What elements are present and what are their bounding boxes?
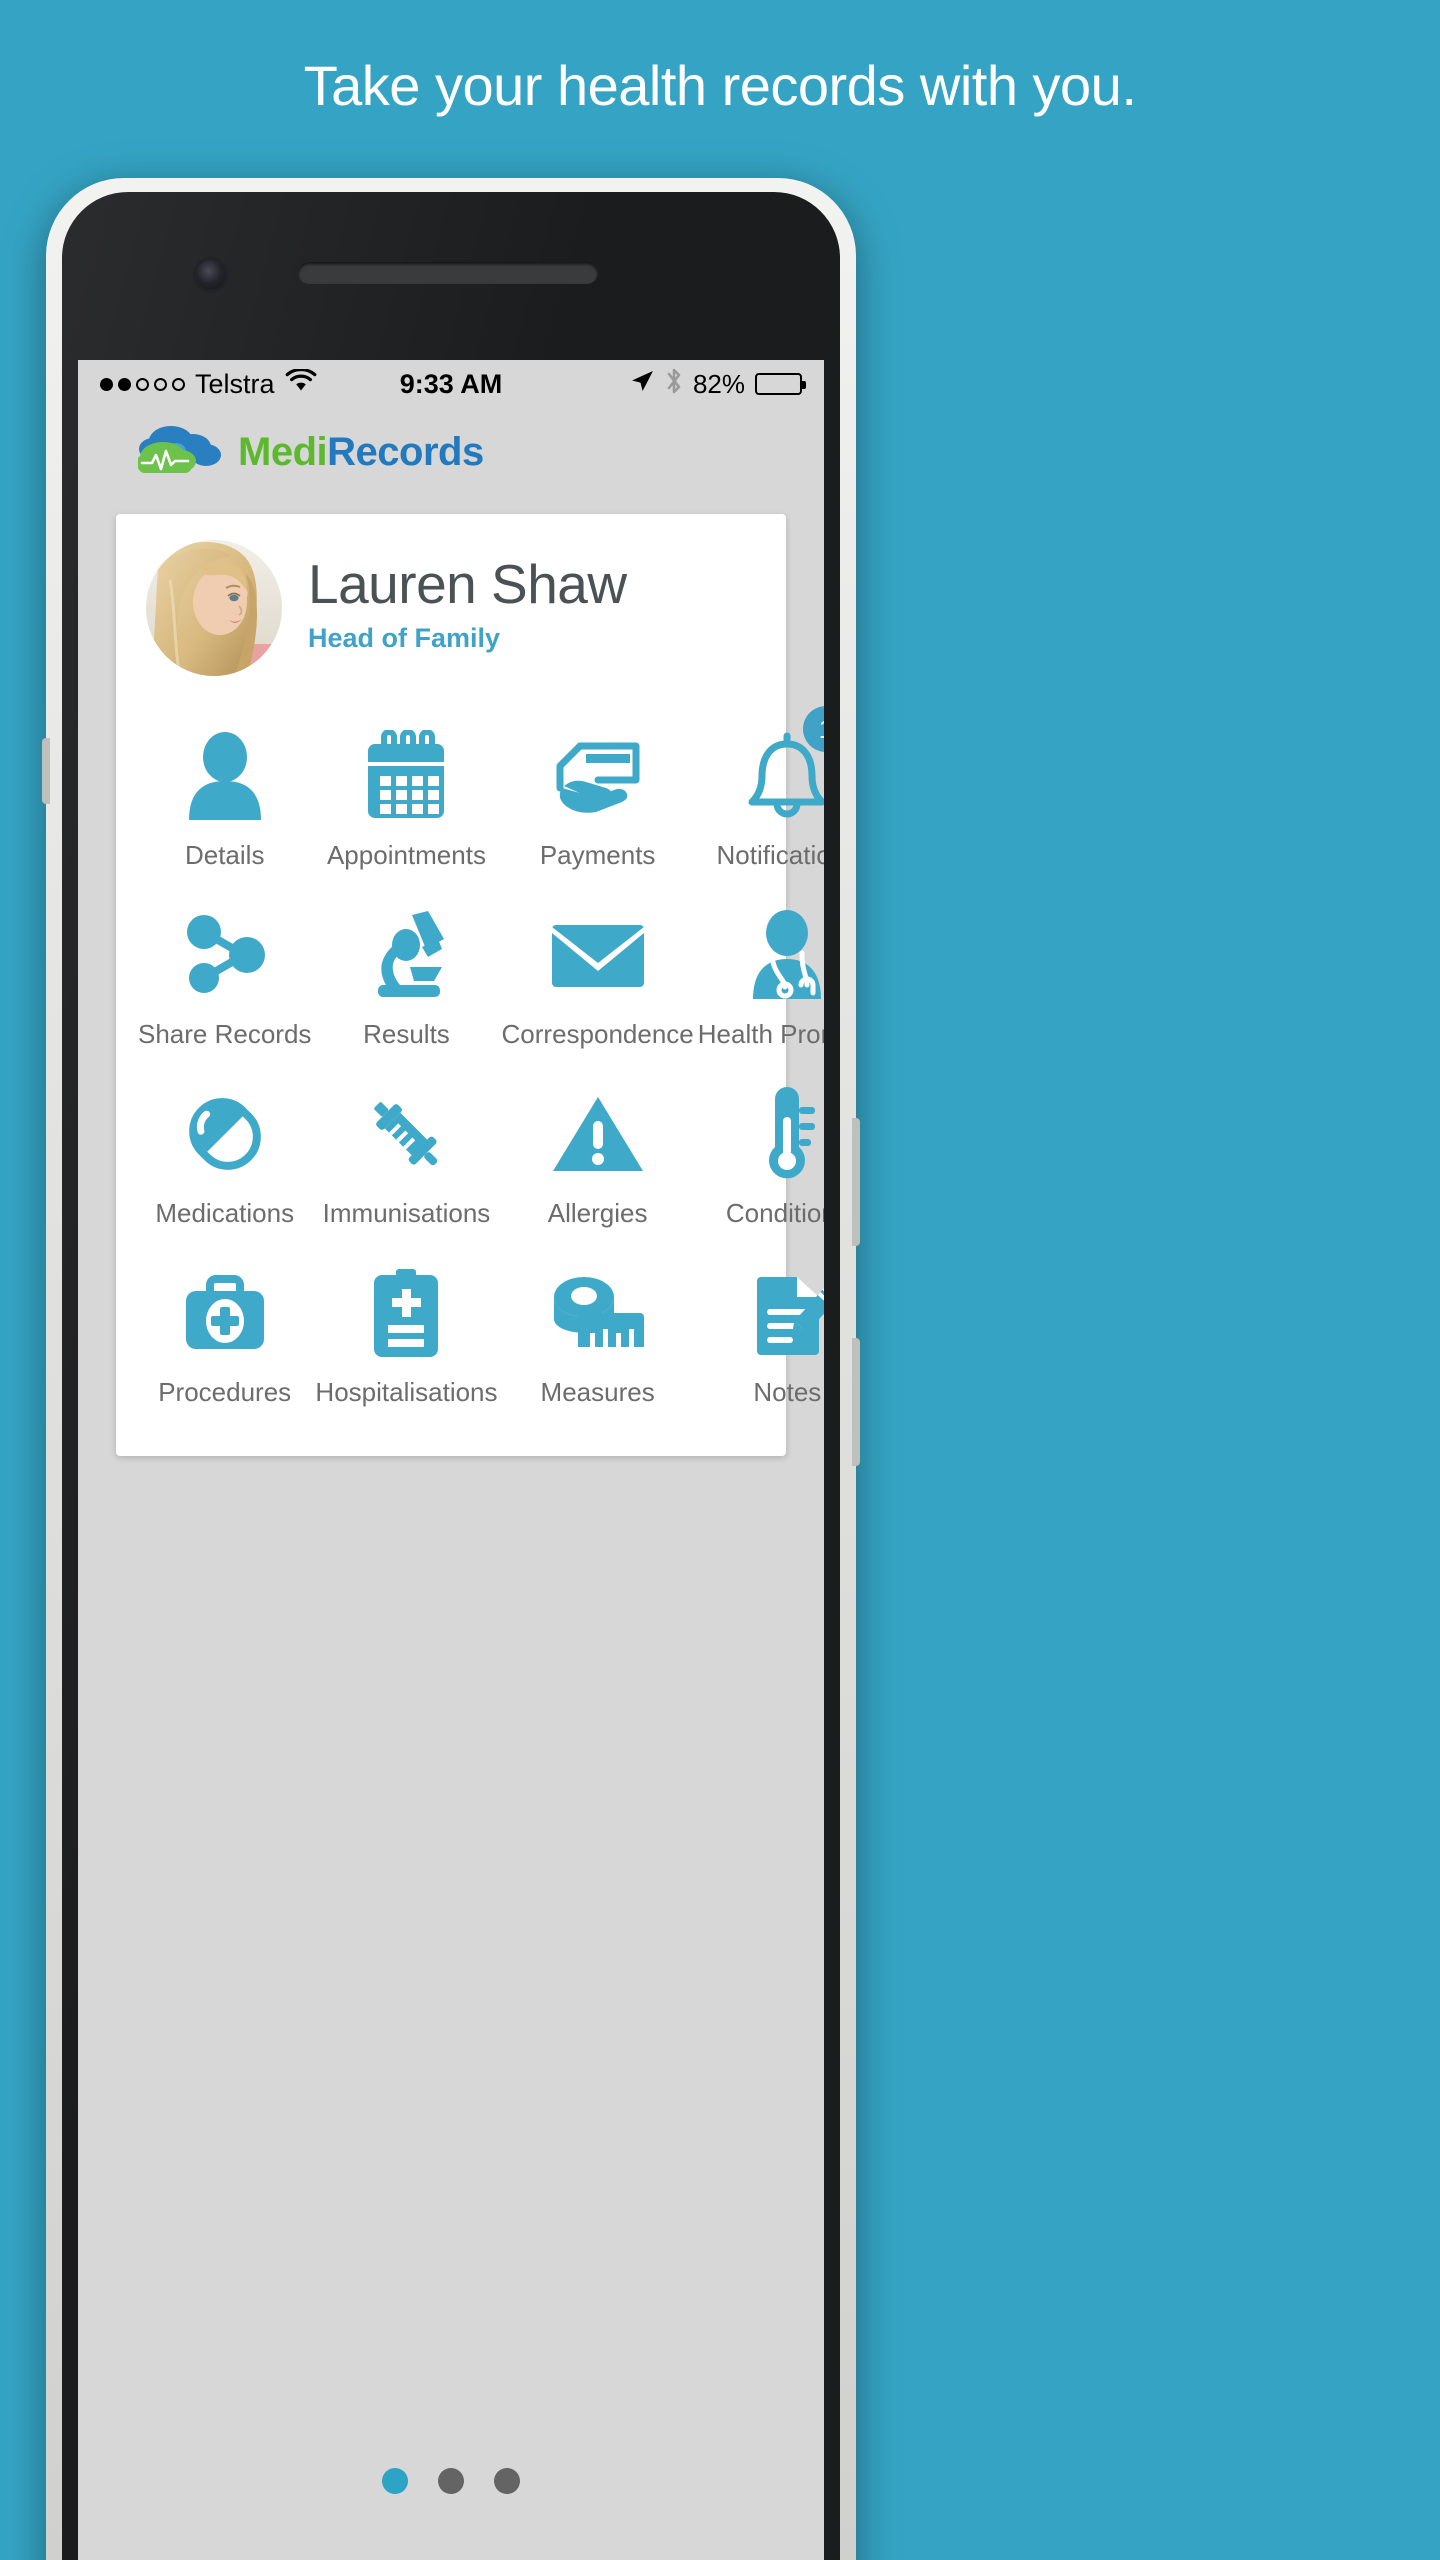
warning-triangle-icon <box>502 1086 694 1182</box>
tile-notifications[interactable]: 1 Notifications <box>696 706 824 885</box>
share-nodes-icon <box>138 907 311 1003</box>
tile-label: Hospitalisations <box>315 1377 498 1407</box>
tile-label: Results <box>363 1019 450 1049</box>
status-bar-left: Telstra <box>100 367 317 400</box>
syringe-icon <box>315 1086 497 1182</box>
tile-label: Immunisations <box>322 1198 491 1228</box>
logo-text-secondary: Records <box>327 429 484 474</box>
patient-card: Lauren Shaw Head of Family Details Appoi… <box>116 514 824 1456</box>
profile-header[interactable]: Lauren Shaw Head of Family <box>136 540 766 686</box>
tile-payments[interactable]: Payments <box>500 712 696 885</box>
medical-bag-icon <box>138 1265 311 1361</box>
tile-hospitalisations[interactable]: Hospitalisations <box>313 1249 499 1422</box>
feature-grid: Details Appointments Payments Notificati… <box>136 706 824 1422</box>
carrier-name: Telstra <box>195 368 275 399</box>
tile-label: Health Prompts <box>697 1019 824 1049</box>
status-bar-right: 82% <box>629 367 806 402</box>
phone-device-frame: Telstra 9:33 AM 82% MediRecords Lauren S… <box>42 178 860 2560</box>
page-dot-2[interactable] <box>438 2468 464 2494</box>
tile-label: Payments <box>539 840 656 870</box>
phone-bezel: Telstra 9:33 AM 82% MediRecords Lauren S… <box>62 192 840 2560</box>
tile-label: Correspondence <box>501 1019 694 1049</box>
silent-switch[interactable] <box>42 738 50 804</box>
tile-label: Measures <box>540 1377 655 1407</box>
page-indicator <box>78 2468 824 2494</box>
bluetooth-icon <box>665 367 683 402</box>
avatar <box>146 540 282 676</box>
tile-immunisations[interactable]: Immunisations <box>313 1070 499 1243</box>
profile-meta: Lauren Shaw Head of Family <box>308 552 627 661</box>
tile-label: Conditions <box>725 1198 824 1228</box>
location-arrow-icon <box>629 368 655 401</box>
medirecords-cloud-logo-icon <box>136 421 224 484</box>
status-bar: Telstra 9:33 AM 82% <box>78 360 824 408</box>
person-icon <box>138 728 311 824</box>
signal-strength-icon <box>100 377 185 391</box>
clipboard-icon <box>315 1265 497 1361</box>
tile-label: Share Records <box>138 1019 312 1049</box>
earpiece-speaker <box>298 262 598 284</box>
tile-allergies[interactable]: Allergies <box>500 1070 696 1243</box>
tape-measure-icon <box>502 1265 694 1361</box>
patient-name: Lauren Shaw <box>308 552 627 615</box>
tile-label: Notes <box>753 1377 822 1407</box>
doctor-icon <box>698 907 824 1003</box>
tile-label: Appointments <box>326 840 486 870</box>
tile-label: Details <box>184 840 265 870</box>
user-photo-avatar <box>146 540 282 676</box>
tile-results[interactable]: Results <box>313 891 499 1064</box>
volume-button[interactable] <box>852 1338 860 1466</box>
front-camera-icon <box>196 260 226 290</box>
app-header: MediRecords <box>78 408 824 496</box>
power-button[interactable] <box>852 1118 860 1246</box>
tile-procedures[interactable]: Procedures <box>136 1249 313 1422</box>
tile-label: Notifications <box>716 840 824 870</box>
battery-percent-label: 82% <box>692 368 745 399</box>
app-logo-text: MediRecords <box>238 430 484 475</box>
tile-appointments[interactable]: Appointments <box>313 712 499 885</box>
envelope-icon <box>502 907 694 1003</box>
app-logo[interactable]: MediRecords <box>136 421 484 484</box>
tile-conditions[interactable]: Conditions <box>696 1070 824 1243</box>
logo-text-primary: Medi <box>238 429 328 474</box>
patient-role: Head of Family <box>308 623 501 654</box>
page-dot-3[interactable] <box>494 2468 520 2494</box>
tile-correspondence[interactable]: Correspondence <box>500 891 696 1064</box>
microscope-icon <box>315 907 497 1003</box>
wifi-icon <box>285 367 317 400</box>
tile-health-prompts[interactable]: Health Prompts <box>696 891 824 1064</box>
tile-share-records[interactable]: Share Records <box>136 891 313 1064</box>
phone-screen: Telstra 9:33 AM 82% MediRecords Lauren S… <box>78 360 824 2560</box>
thermometer-icon <box>698 1086 824 1182</box>
page-title: Take your health records with you. <box>303 54 1137 117</box>
bell-icon <box>698 728 824 824</box>
tile-label: Procedures <box>158 1377 292 1407</box>
tile-label: Allergies <box>547 1198 648 1228</box>
calendar-icon <box>315 728 497 824</box>
note-pencil-icon <box>698 1265 824 1361</box>
pill-capsule-icon <box>138 1086 311 1182</box>
tile-notes[interactable]: Notes <box>696 1249 824 1422</box>
battery-icon <box>755 373 806 395</box>
tile-measures[interactable]: Measures <box>500 1249 696 1422</box>
tile-label: Medications <box>155 1198 295 1228</box>
tile-medications[interactable]: Medications <box>136 1070 313 1243</box>
page-dot-1[interactable] <box>382 2468 408 2494</box>
tile-details[interactable]: Details <box>136 712 313 885</box>
card-payment-icon <box>502 728 694 824</box>
